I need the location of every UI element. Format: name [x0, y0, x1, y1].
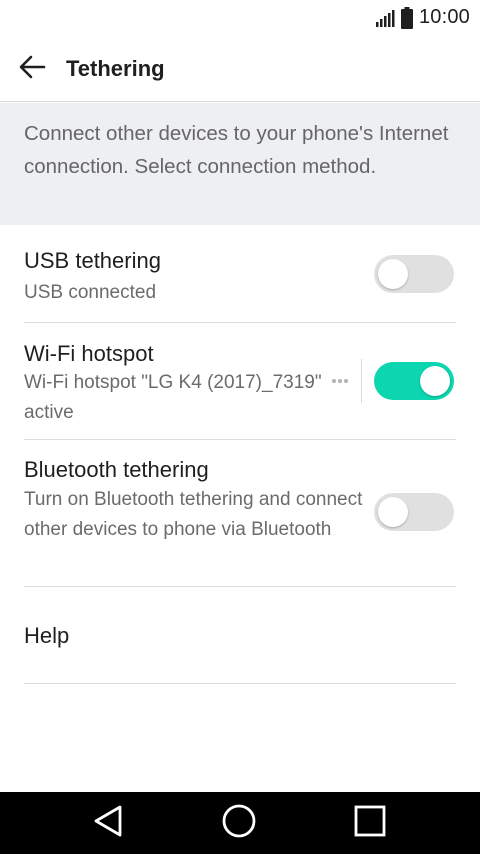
usb-tethering-title: USB tethering [24, 248, 161, 273]
nav-recents-button[interactable] [350, 805, 390, 841]
bluetooth-tethering-toggle[interactable] [374, 493, 454, 531]
signal-icon [375, 8, 395, 28]
clock: 10:00 [418, 6, 470, 28]
help-title: Help [24, 623, 70, 648]
usb-tethering-row[interactable]: USB tethering USB connected [24, 226, 456, 323]
app-bar: Tethering [0, 36, 480, 102]
navigation-bar [0, 792, 480, 854]
bluetooth-tethering-row[interactable]: Bluetooth tethering Turn on Bluetooth te… [24, 440, 456, 587]
description-panel: Connect other devices to your phone's In… [0, 103, 480, 225]
circle-home-icon [221, 803, 257, 844]
description-text: Connect other devices to your phone's In… [24, 122, 449, 178]
battery-icon [400, 6, 413, 29]
bluetooth-tethering-title: Bluetooth tethering [24, 457, 209, 482]
usb-tethering-subtitle: USB connected [24, 282, 157, 303]
page-title: Tethering [66, 56, 165, 81]
back-button[interactable] [14, 52, 50, 86]
toggle-knob [378, 259, 408, 289]
triangle-back-icon [92, 804, 124, 843]
vertical-divider [361, 359, 362, 403]
wifi-hotspot-title: Wi-Fi hotspot [24, 341, 154, 366]
square-recents-icon [353, 804, 387, 843]
status-icons: 10:00 [375, 6, 470, 29]
nav-back-button[interactable] [88, 805, 128, 841]
usb-tethering-toggle[interactable] [374, 255, 454, 293]
nav-home-button[interactable] [219, 803, 259, 844]
wifi-hotspot-row[interactable]: Wi-Fi hotspot Wi-Fi hotspot "LG K4 (2017… [24, 323, 456, 440]
toggle-knob [378, 497, 408, 527]
toggle-knob [420, 366, 450, 396]
arrow-left-icon [18, 55, 46, 84]
help-row[interactable]: Help [24, 587, 456, 684]
bluetooth-tethering-subtitle: Turn on Bluetooth tethering and connect … [24, 489, 363, 540]
wifi-hotspot-toggle[interactable] [374, 362, 454, 400]
wifi-hotspot-subtitle: Wi-Fi hotspot "LG K4 (2017)_7319" active [24, 372, 322, 423]
status-bar: 10:00 [0, 0, 480, 36]
more-options-icon[interactable] [332, 379, 348, 383]
